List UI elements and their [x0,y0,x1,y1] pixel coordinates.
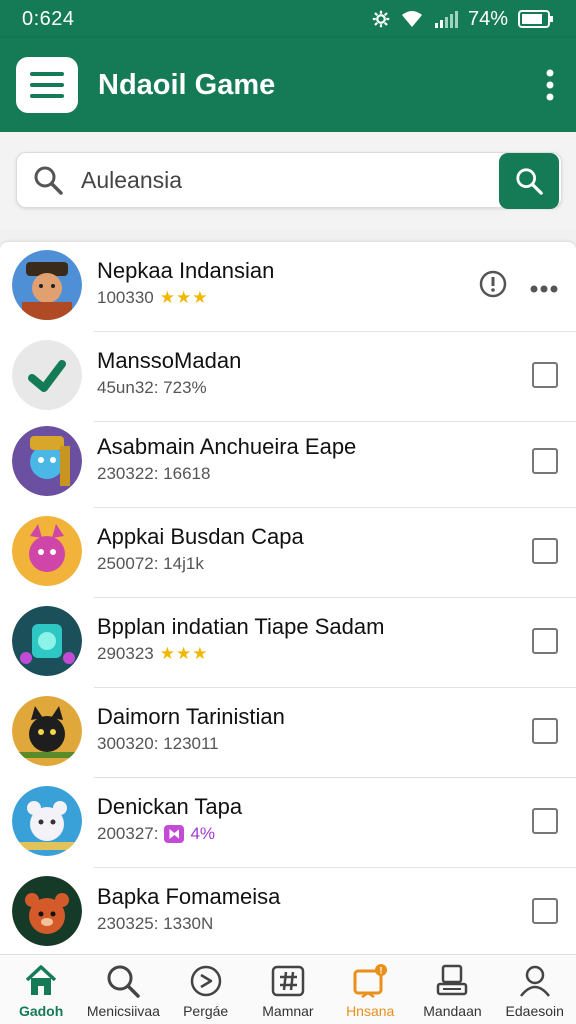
search-input[interactable] [81,166,471,194]
item-checkbox[interactable] [532,448,558,474]
nav-label: Pergáe [183,1003,229,1019]
more-options-button[interactable] [540,65,560,105]
nav-label: Edaesoin [505,1003,564,1019]
item-code: 230322: 16618 [97,464,211,483]
nav-item-tags[interactable]: Mamnar [247,955,329,1024]
item-code: 250072: 14j1k [97,554,204,573]
search-icon [33,165,73,195]
item-title: Daimorn Tarinistian [97,704,285,729]
list-item[interactable]: Nepkaa Indansian 100330 ★★★ [0,242,576,332]
list-item[interactable]: Asabmain Anchueira Eape 230322: 16618 [0,418,576,508]
item-title: Asabmain Anchueira Eape [97,434,357,459]
avatar [12,516,82,586]
battery-icon [518,9,554,29]
app-bar: Ndaoil Game [0,38,576,132]
nav-item-search[interactable]: Menicsiivaa [82,955,164,1024]
list-item[interactable]: ManssoMadan 45un32: 723% [0,332,576,422]
nav-item-storage[interactable]: Mandaan [411,955,493,1024]
compass-icon [189,961,223,1001]
item-checkbox[interactable] [532,362,558,388]
list-item[interactable]: Appkai Busdan Capa 250072: 14j1k [0,508,576,598]
nav-label: Gadoh [18,1003,64,1019]
avatar [12,606,82,676]
item-title: ManssoMadan [97,348,242,373]
item-checkbox[interactable] [532,538,558,564]
svg-text:!: ! [380,966,383,976]
nav-label: Menicsiivaa [86,1003,160,1019]
item-title: Appkai Busdan Capa [97,524,304,549]
app-title: Ndaoil Game [98,68,276,101]
list-item[interactable]: Bapka Fomameisa 230325: 1330N [0,868,576,954]
nav-label: Mandaan [423,1003,482,1019]
item-subtitle: 290323 ★★★ [97,644,208,664]
item-checkbox[interactable] [532,718,558,744]
item-checkbox[interactable] [532,898,558,924]
item-subtitle: 100330 ★★★ [97,288,208,308]
search-box [16,152,562,209]
item-code: 230325: 1330N [97,914,214,933]
bottom-navigation: Gadoh Menicsiivaa Pergáe Mamnar ! Hnsana… [0,954,576,1024]
avatar [12,876,82,946]
avatar [12,250,82,320]
battery-percent: 74% [467,7,508,30]
nav-label: Hnsana [346,1003,395,1019]
item-code: 45un32: 723% [97,378,207,397]
nav-item-explore[interactable]: Pergáe [165,955,247,1024]
nav-label: Mamnar [262,1003,314,1019]
wifi-icon [400,10,424,28]
status-bar: 0:624 74% [0,0,576,38]
item-title: Bpplan indatian Tiape Sadam [97,614,385,639]
notification-icon: ! [352,961,388,1001]
list-item[interactable]: Daimorn Tarinistian 300320: 123011 [0,688,576,778]
badge-icon [164,825,185,843]
nav-item-profile[interactable]: Edaesoin [494,955,576,1024]
info-icon[interactable] [479,270,507,303]
item-code: 100330 [97,288,154,307]
search-area [0,132,576,230]
avatar [12,696,82,766]
hamburger-icon [30,72,64,98]
hashtag-icon [271,961,305,1001]
item-checkbox[interactable] [532,628,558,654]
more-horizontal-icon[interactable] [530,280,558,298]
item-subtitle: 45un32: 723% [97,378,207,398]
nav-item-notifications[interactable]: ! Hnsana [329,955,411,1024]
settings-icon [372,10,390,28]
list-item[interactable]: Bpplan indatian Tiape Sadam 290323 ★★★ [0,598,576,688]
item-title: Nepkaa Indansian [97,258,275,283]
signal-icon [434,10,458,28]
item-title: Denickan Tapa [97,794,243,819]
avatar [12,786,82,856]
item-code: 290323 [97,644,154,663]
status-time: 0:624 [22,7,75,30]
item-checkbox[interactable] [532,808,558,834]
item-subtitle: 250072: 14j1k [97,554,204,574]
home-icon [24,961,58,1001]
item-subtitle: 200327: 4% [97,824,215,844]
item-code: 200327: [97,824,159,843]
avatar [12,426,82,496]
game-list: Nepkaa Indansian 100330 ★★★ ManssoMadan … [0,242,576,954]
avatar [12,340,82,410]
storage-icon [435,961,469,1001]
menu-button[interactable] [16,57,78,113]
item-code: 300320: 123011 [97,734,219,753]
item-percent: 4% [190,824,216,843]
item-subtitle: 230325: 1330N [97,914,213,934]
item-subtitle: 230322: 16618 [97,464,210,484]
item-title: Bapka Fomameisa [97,884,281,909]
search-icon [106,961,141,1001]
more-vertical-icon [546,69,554,101]
item-subtitle: 300320: 123011 [97,734,219,754]
search-icon [516,168,543,195]
rating-stars: ★★★ [159,288,209,307]
nav-item-home[interactable]: Gadoh [0,955,82,1024]
profile-icon [518,961,552,1001]
list-item[interactable]: Denickan Tapa 200327: 4% [0,778,576,868]
search-button[interactable] [499,153,559,209]
rating-stars: ★★★ [159,644,209,663]
